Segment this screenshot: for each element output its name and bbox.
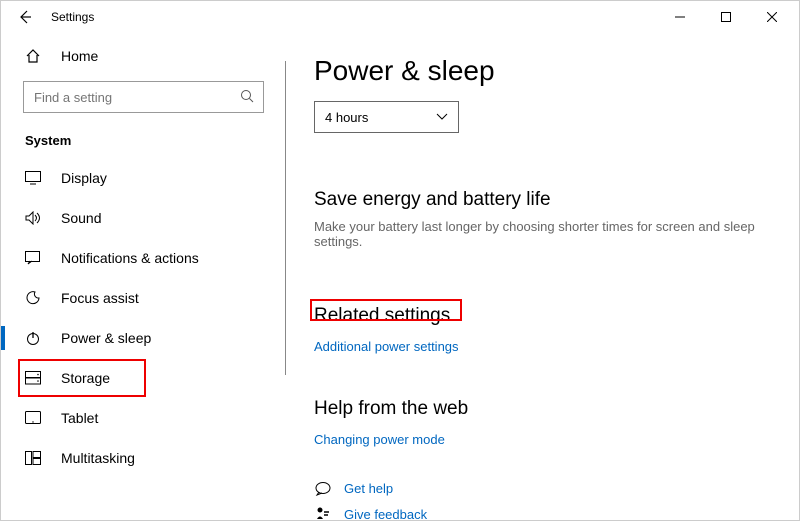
sidebar: Home System Display Sound Notifications … [1,33,286,520]
sidebar-item-label: Power & sleep [61,330,151,346]
minimize-button[interactable] [657,1,703,33]
get-help-row[interactable]: Get help [314,481,775,496]
home-label: Home [61,48,98,64]
search-icon [239,88,255,104]
close-button[interactable] [749,1,795,33]
search-input[interactable] [23,81,264,113]
dropdown-value: 4 hours [325,110,368,125]
storage-icon [25,371,41,385]
sidebar-item-notifications[interactable]: Notifications & actions [1,238,286,278]
sidebar-item-label: Focus assist [61,290,139,306]
power-icon [25,330,41,346]
sidebar-item-focus-assist[interactable]: Focus assist [1,278,286,318]
give-feedback-row[interactable]: Give feedback [314,506,775,522]
sidebar-item-label: Notifications & actions [61,250,199,266]
sidebar-item-label: Sound [61,210,101,226]
chevron-down-icon [436,113,448,121]
sidebar-item-label: Display [61,170,107,186]
sidebar-item-tablet[interactable]: Tablet [1,398,286,438]
help-heading: Help from the web [314,398,775,420]
titlebar-left: Settings [17,9,94,25]
sidebar-item-label: Tablet [61,410,98,426]
main-panel: Power & sleep 4 hours Save energy and ba… [286,33,799,520]
give-feedback-label: Give feedback [344,507,427,522]
sidebar-item-display[interactable]: Display [1,158,286,198]
window-controls [657,1,795,33]
sidebar-item-storage[interactable]: Storage [1,358,286,398]
energy-heading: Save energy and battery life [314,189,775,211]
home-button[interactable]: Home [1,37,286,75]
multitasking-icon [25,451,41,465]
page-title: Power & sleep [314,55,775,87]
search-wrap [23,81,264,113]
feedback-icon [314,506,332,522]
nav-list: Display Sound Notifications & actions Fo… [1,158,286,478]
notifications-icon [25,251,41,265]
window-title: Settings [51,10,94,24]
sound-icon [25,211,41,225]
home-icon [25,48,41,64]
tablet-icon [25,411,41,425]
changing-power-mode-link[interactable]: Changing power mode [314,432,445,447]
sidebar-item-sound[interactable]: Sound [1,198,286,238]
additional-power-settings-link[interactable]: Additional power settings [314,339,459,354]
energy-text: Make your battery last longer by choosin… [314,219,775,249]
related-heading: Related settings [314,305,775,327]
focus-assist-icon [25,290,41,306]
sidebar-item-label: Multitasking [61,450,135,466]
maximize-button[interactable] [703,1,749,33]
get-help-label: Get help [344,481,393,496]
sidebar-item-power-sleep[interactable]: Power & sleep [1,318,286,358]
display-icon [25,171,41,185]
sidebar-item-label: Storage [61,370,110,386]
sidebar-item-multitasking[interactable]: Multitasking [1,438,286,478]
chat-icon [314,482,332,496]
category-label: System [1,113,286,158]
sleep-timeout-dropdown[interactable]: 4 hours [314,101,459,133]
titlebar: Settings [1,1,799,33]
back-icon[interactable] [17,9,33,25]
